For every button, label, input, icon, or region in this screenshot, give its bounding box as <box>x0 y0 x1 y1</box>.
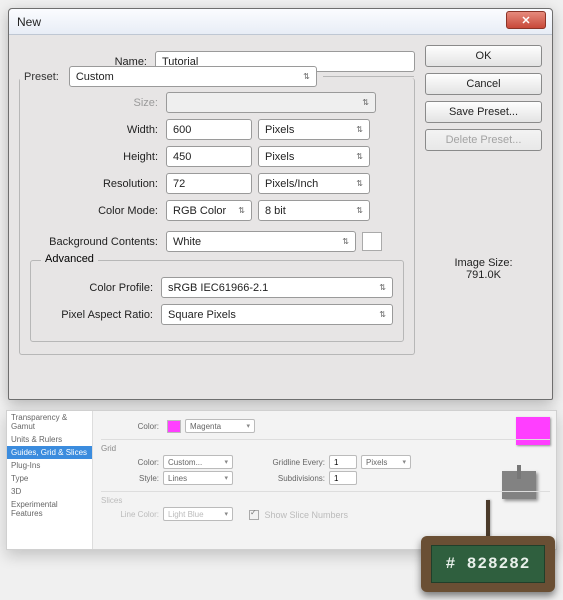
grid-style-label: Style: <box>101 474 163 483</box>
resolution-label: Resolution: <box>30 178 166 190</box>
bg-contents-label: Background Contents: <box>30 236 166 248</box>
prefs-sidebar-item[interactable]: 3D <box>7 485 92 498</box>
size-select: ⇅ <box>166 92 376 113</box>
color-depth-select[interactable]: 8 bit⇅ <box>258 200 370 221</box>
prefs-sidebar: Transparency & Gamut Units & Rulers Guid… <box>7 411 93 549</box>
color-profile-select[interactable]: sRGB IEC61966-2.1⇅ <box>161 277 393 298</box>
chevron-updown-icon: ⇅ <box>356 179 363 188</box>
prefs-sidebar-item[interactable]: Experimental Features <box>7 498 92 520</box>
color-mode-select[interactable]: RGB Color⇅ <box>166 200 252 221</box>
save-preset-button[interactable]: Save Preset... <box>425 101 542 123</box>
width-input[interactable] <box>166 119 252 140</box>
chevron-updown-icon: ⇅ <box>356 206 363 215</box>
resolution-unit-select[interactable]: Pixels/Inch⇅ <box>258 173 370 194</box>
delete-preset-button: Delete Preset... <box>425 129 542 151</box>
chevron-updown-icon: ⇅ <box>356 125 363 134</box>
chevron-updown-icon: ⇅ <box>238 206 245 215</box>
width-unit-select[interactable]: Pixels⇅ <box>258 119 370 140</box>
grid-color-label: Color: <box>101 458 163 467</box>
title-bar: New <box>9 9 552 35</box>
size-label: Size: <box>30 97 166 109</box>
grid-color-select[interactable]: Custom...▾ <box>163 455 233 469</box>
pixel-aspect-select[interactable]: Square Pixels⇅ <box>161 304 393 325</box>
chevron-down-icon: ▾ <box>224 474 228 482</box>
prefs-panel: Transparency & Gamut Units & Rulers Guid… <box>6 410 557 550</box>
resolution-input[interactable] <box>166 173 252 194</box>
preset-select[interactable]: Custom⇅ <box>69 66 317 87</box>
magenta-swatch-icon <box>167 420 181 433</box>
color-hex-value: # 828282 <box>431 545 545 583</box>
preset-label: Preset: <box>20 71 63 83</box>
chevron-updown-icon: ⇅ <box>303 72 310 81</box>
chevron-updown-icon: ⇅ <box>362 98 369 107</box>
checkbox-icon <box>249 510 259 520</box>
image-size-block: Image Size: 791.0K <box>425 257 542 281</box>
show-slice-numbers-option: Show Slice Numbers <box>249 508 348 520</box>
chevron-updown-icon: ⇅ <box>356 152 363 161</box>
slice-line-color-select: Light Blue▾ <box>163 507 233 521</box>
color-profile-label: Color Profile: <box>41 282 161 294</box>
chevron-updown-icon: ⇅ <box>342 237 349 246</box>
grid-style-select[interactable]: Lines▾ <box>163 471 233 485</box>
chevron-down-icon: ▾ <box>224 458 228 466</box>
close-icon <box>522 16 530 24</box>
dialog-title: New <box>17 15 41 29</box>
height-unit-select[interactable]: Pixels⇅ <box>258 146 370 167</box>
prefs-sidebar-item[interactable]: Transparency & Gamut <box>7 411 92 433</box>
slices-header: Slices <box>101 491 550 505</box>
new-dialog: New Name: Preset: Custom⇅ Size: <box>8 8 553 400</box>
guide-color-label: Color: <box>101 422 163 431</box>
close-button[interactable] <box>506 11 546 29</box>
ok-button[interactable]: OK <box>425 45 542 67</box>
advanced-legend: Advanced <box>41 253 98 265</box>
prefs-sidebar-item-selected[interactable]: Guides, Grid & Slices <box>7 446 92 459</box>
bg-color-swatch[interactable] <box>362 232 382 251</box>
image-size-value: 791.0K <box>425 269 542 281</box>
width-label: Width: <box>30 124 166 136</box>
color-mode-label: Color Mode: <box>30 205 166 217</box>
chevron-down-icon: ▾ <box>246 422 250 430</box>
subdivisions-input[interactable] <box>329 471 357 485</box>
prefs-sidebar-item[interactable]: Type <box>7 472 92 485</box>
image-size-label: Image Size: <box>425 257 542 269</box>
gridline-unit-select[interactable]: Pixels▾ <box>361 455 411 469</box>
grid-header: Grid <box>101 439 550 453</box>
chevron-updown-icon: ⇅ <box>379 310 386 319</box>
bg-contents-select[interactable]: White⇅ <box>166 231 356 252</box>
callout-pointer <box>486 500 490 538</box>
height-input[interactable] <box>166 146 252 167</box>
chevron-down-icon: ▾ <box>224 510 228 518</box>
line-color-label: Line Color: <box>101 510 163 519</box>
height-label: Height: <box>30 151 166 163</box>
gridline-every-input[interactable] <box>329 455 357 469</box>
advanced-group: Advanced Color Profile: sRGB IEC61966-2.… <box>30 260 404 342</box>
chevron-down-icon: ▾ <box>402 458 406 466</box>
pixel-aspect-label: Pixel Aspect Ratio: <box>41 309 161 321</box>
subdivisions-label: Subdivisions: <box>233 474 329 483</box>
color-callout: # 828282 <box>421 536 555 592</box>
cancel-button[interactable]: Cancel <box>425 73 542 95</box>
prefs-sidebar-item[interactable]: Plug-Ins <box>7 459 92 472</box>
guide-color-select[interactable]: Magenta▾ <box>185 419 255 433</box>
chevron-updown-icon: ⇅ <box>379 283 386 292</box>
prefs-sidebar-item[interactable]: Units & Rulers <box>7 433 92 446</box>
gridline-every-label: Gridline Every: <box>233 458 329 467</box>
